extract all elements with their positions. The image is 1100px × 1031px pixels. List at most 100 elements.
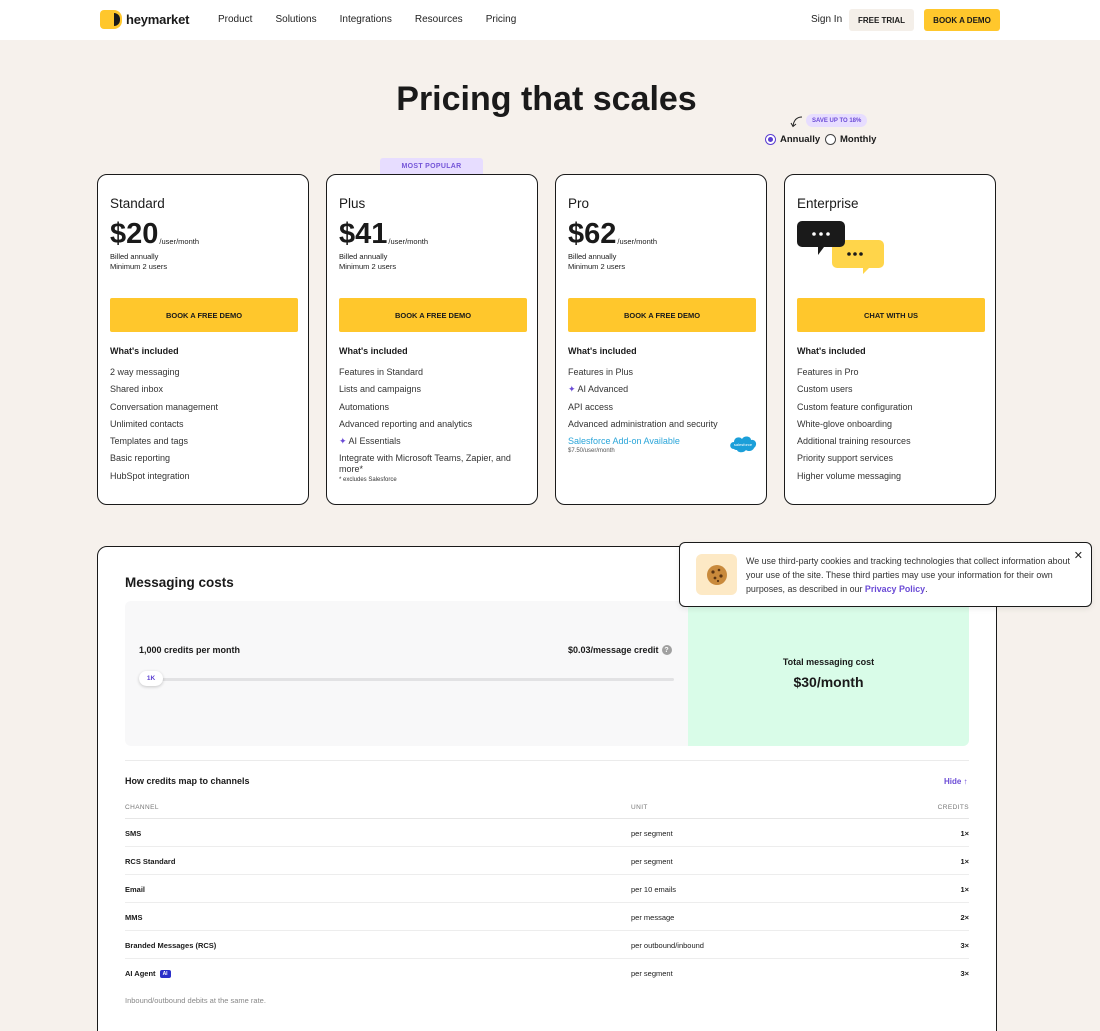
ai-feature-label: AI Essentials [348,436,401,447]
salesforce-logo-icon: salesforce [730,436,757,453]
table-note: Inbound/outbound debits at the same rate… [125,996,266,1005]
credits-cell: 3× [960,969,969,978]
radio-annually[interactable] [765,134,776,145]
channel-cell: RCS Standard [125,857,176,866]
billing-monthly-option[interactable]: Monthly [825,134,876,145]
credits-cell: 2× [960,913,969,922]
hide-toggle-link[interactable]: Hide ↑ [944,777,968,786]
column-header-unit: UNIT [631,804,648,811]
channels-table: CHANNEL UNIT CREDITS SMS per segment 1× … [125,799,969,987]
channel-cell: MMS [125,913,143,922]
feature-item: Unlimited contacts [110,418,184,429]
nav-link-solutions[interactable]: Solutions [275,14,316,25]
cookie-glyph-icon [706,564,727,585]
sign-in-link[interactable]: Sign In [811,14,842,25]
channel-cell: AI Agent AI [125,969,171,978]
feature-item: Custom users [797,384,853,395]
feature-list: Features in Pro Custom users Custom feat… [797,367,987,488]
table-row: RCS Standard per segment 1× [125,847,969,875]
curved-arrow-icon [790,116,803,128]
logo[interactable]: heymarket [100,10,189,29]
plan-price: $20 /user/month [110,219,199,249]
cookie-banner: We use third-party cookies and tracking … [679,542,1092,607]
unit-cell: per segment [631,969,673,978]
included-title: What's included [568,346,637,356]
price-amount: $20 [110,218,159,250]
salesforce-logo-text: salesforce [734,442,753,447]
privacy-policy-link[interactable]: Privacy Policy [865,584,925,594]
plan-card-plus: Plus $41 /user/month Billed annually Min… [326,174,538,505]
price-unit: /user/month [617,237,657,246]
salesforce-addon: Salesforce Add-on Available $7.50/user/m… [568,436,758,454]
billed-text: Billed annually [110,252,159,261]
cookie-icon [696,554,737,595]
cookie-text-end: . [925,583,928,594]
credits-slider-track[interactable] [139,678,674,681]
feature-list: 2 way messaging Shared inbox Conversatio… [110,367,300,488]
sparkle-icon: ✦ [339,436,347,447]
feature-item: HubSpot integration [110,470,190,481]
feature-item: Basic reporting [110,453,171,464]
channel-cell: Email [125,885,146,894]
nav-link-integrations[interactable]: Integrations [340,14,392,25]
footnote: * excludes Salesforce [339,477,397,484]
cost-calculator: 1,000 credits per month $0.03/message cr… [125,601,969,746]
feature-item: API access [568,401,614,412]
unit-cell: per outbound/inbound [631,941,704,950]
nav-link-resources[interactable]: Resources [415,14,463,25]
billing-info: Billed annually Minimum 2 users [339,252,396,272]
plan-name: Standard [110,196,165,211]
unit-cell: per 10 emails [631,885,677,894]
nav-link-product[interactable]: Product [218,14,252,25]
billing-annually-option[interactable]: Annually [765,134,820,145]
minimum-text: Minimum 2 users [339,262,397,271]
feature-item: Features in Standard [339,367,424,377]
logo-icon [100,10,122,29]
price-unit: /user/month [159,237,199,246]
unit-cell: per segment [631,857,673,866]
table-row: Branded Messages (RCS) per outbound/inbo… [125,931,969,959]
channel-name: AI Agent [125,969,156,978]
credits-slider-thumb[interactable]: 1K [139,671,163,686]
sparkle-icon: ✦ [568,384,576,395]
feature-item: Higher volume messaging [797,470,902,481]
messaging-costs-card: Messaging costs 1,000 credits per month … [97,546,997,1031]
feature-item: Custom feature configuration [797,401,913,412]
feature-item: Priority support services [797,453,894,464]
divider [125,760,969,761]
monthly-label: Monthly [840,134,877,145]
book-demo-button[interactable]: BOOK A DEMO [924,9,1000,31]
most-popular-badge: MOST POPULAR [380,158,483,174]
chat-bubbles-icon [797,221,884,274]
total-cost-value: $30/month [793,674,864,690]
feature-item: Automations [339,401,390,412]
credits-cell: 3× [960,941,969,950]
chat-with-us-button[interactable]: CHAT WITH US [797,298,985,332]
feature-item: Additional training resources [797,436,911,447]
nav-links: Product Solutions Integrations Resources… [218,14,539,25]
price-unit: /user/month [388,237,428,246]
feature-item: Advanced reporting and analytics [339,418,473,429]
plan-price: $41 /user/month [339,219,428,249]
price-amount: $41 [339,218,388,250]
table-row: AI Agent AI per segment 3× [125,959,969,987]
nav-link-pricing[interactable]: Pricing [486,14,517,25]
feature-item: 2 way messaging [110,367,180,377]
radio-monthly[interactable] [825,134,836,145]
plan-price: $62 /user/month [568,219,657,249]
logo-text: heymarket [126,12,190,27]
top-nav: heymarket Product Solutions Integrations… [0,0,1100,40]
help-icon[interactable]: ? [661,645,672,655]
free-trial-button[interactable]: FREE TRIAL [849,9,914,31]
plan-card-enterprise: Enterprise CHAT WITH US What's included … [784,174,996,505]
column-header-channel: CHANNEL [125,804,159,811]
table-header: CHANNEL UNIT CREDITS [125,799,969,819]
book-free-demo-button[interactable]: BOOK A FREE DEMO [568,298,756,332]
billing-info: Billed annually Minimum 2 users [568,252,625,272]
plan-card-standard: Standard $20 /user/month Billed annually… [97,174,309,505]
billed-text: Billed annually [339,252,388,261]
messaging-title: Messaging costs [125,575,234,590]
book-free-demo-button[interactable]: BOOK A FREE DEMO [339,298,527,332]
book-free-demo-button[interactable]: BOOK A FREE DEMO [110,298,298,332]
close-icon[interactable]: ✕ [1074,549,1083,562]
